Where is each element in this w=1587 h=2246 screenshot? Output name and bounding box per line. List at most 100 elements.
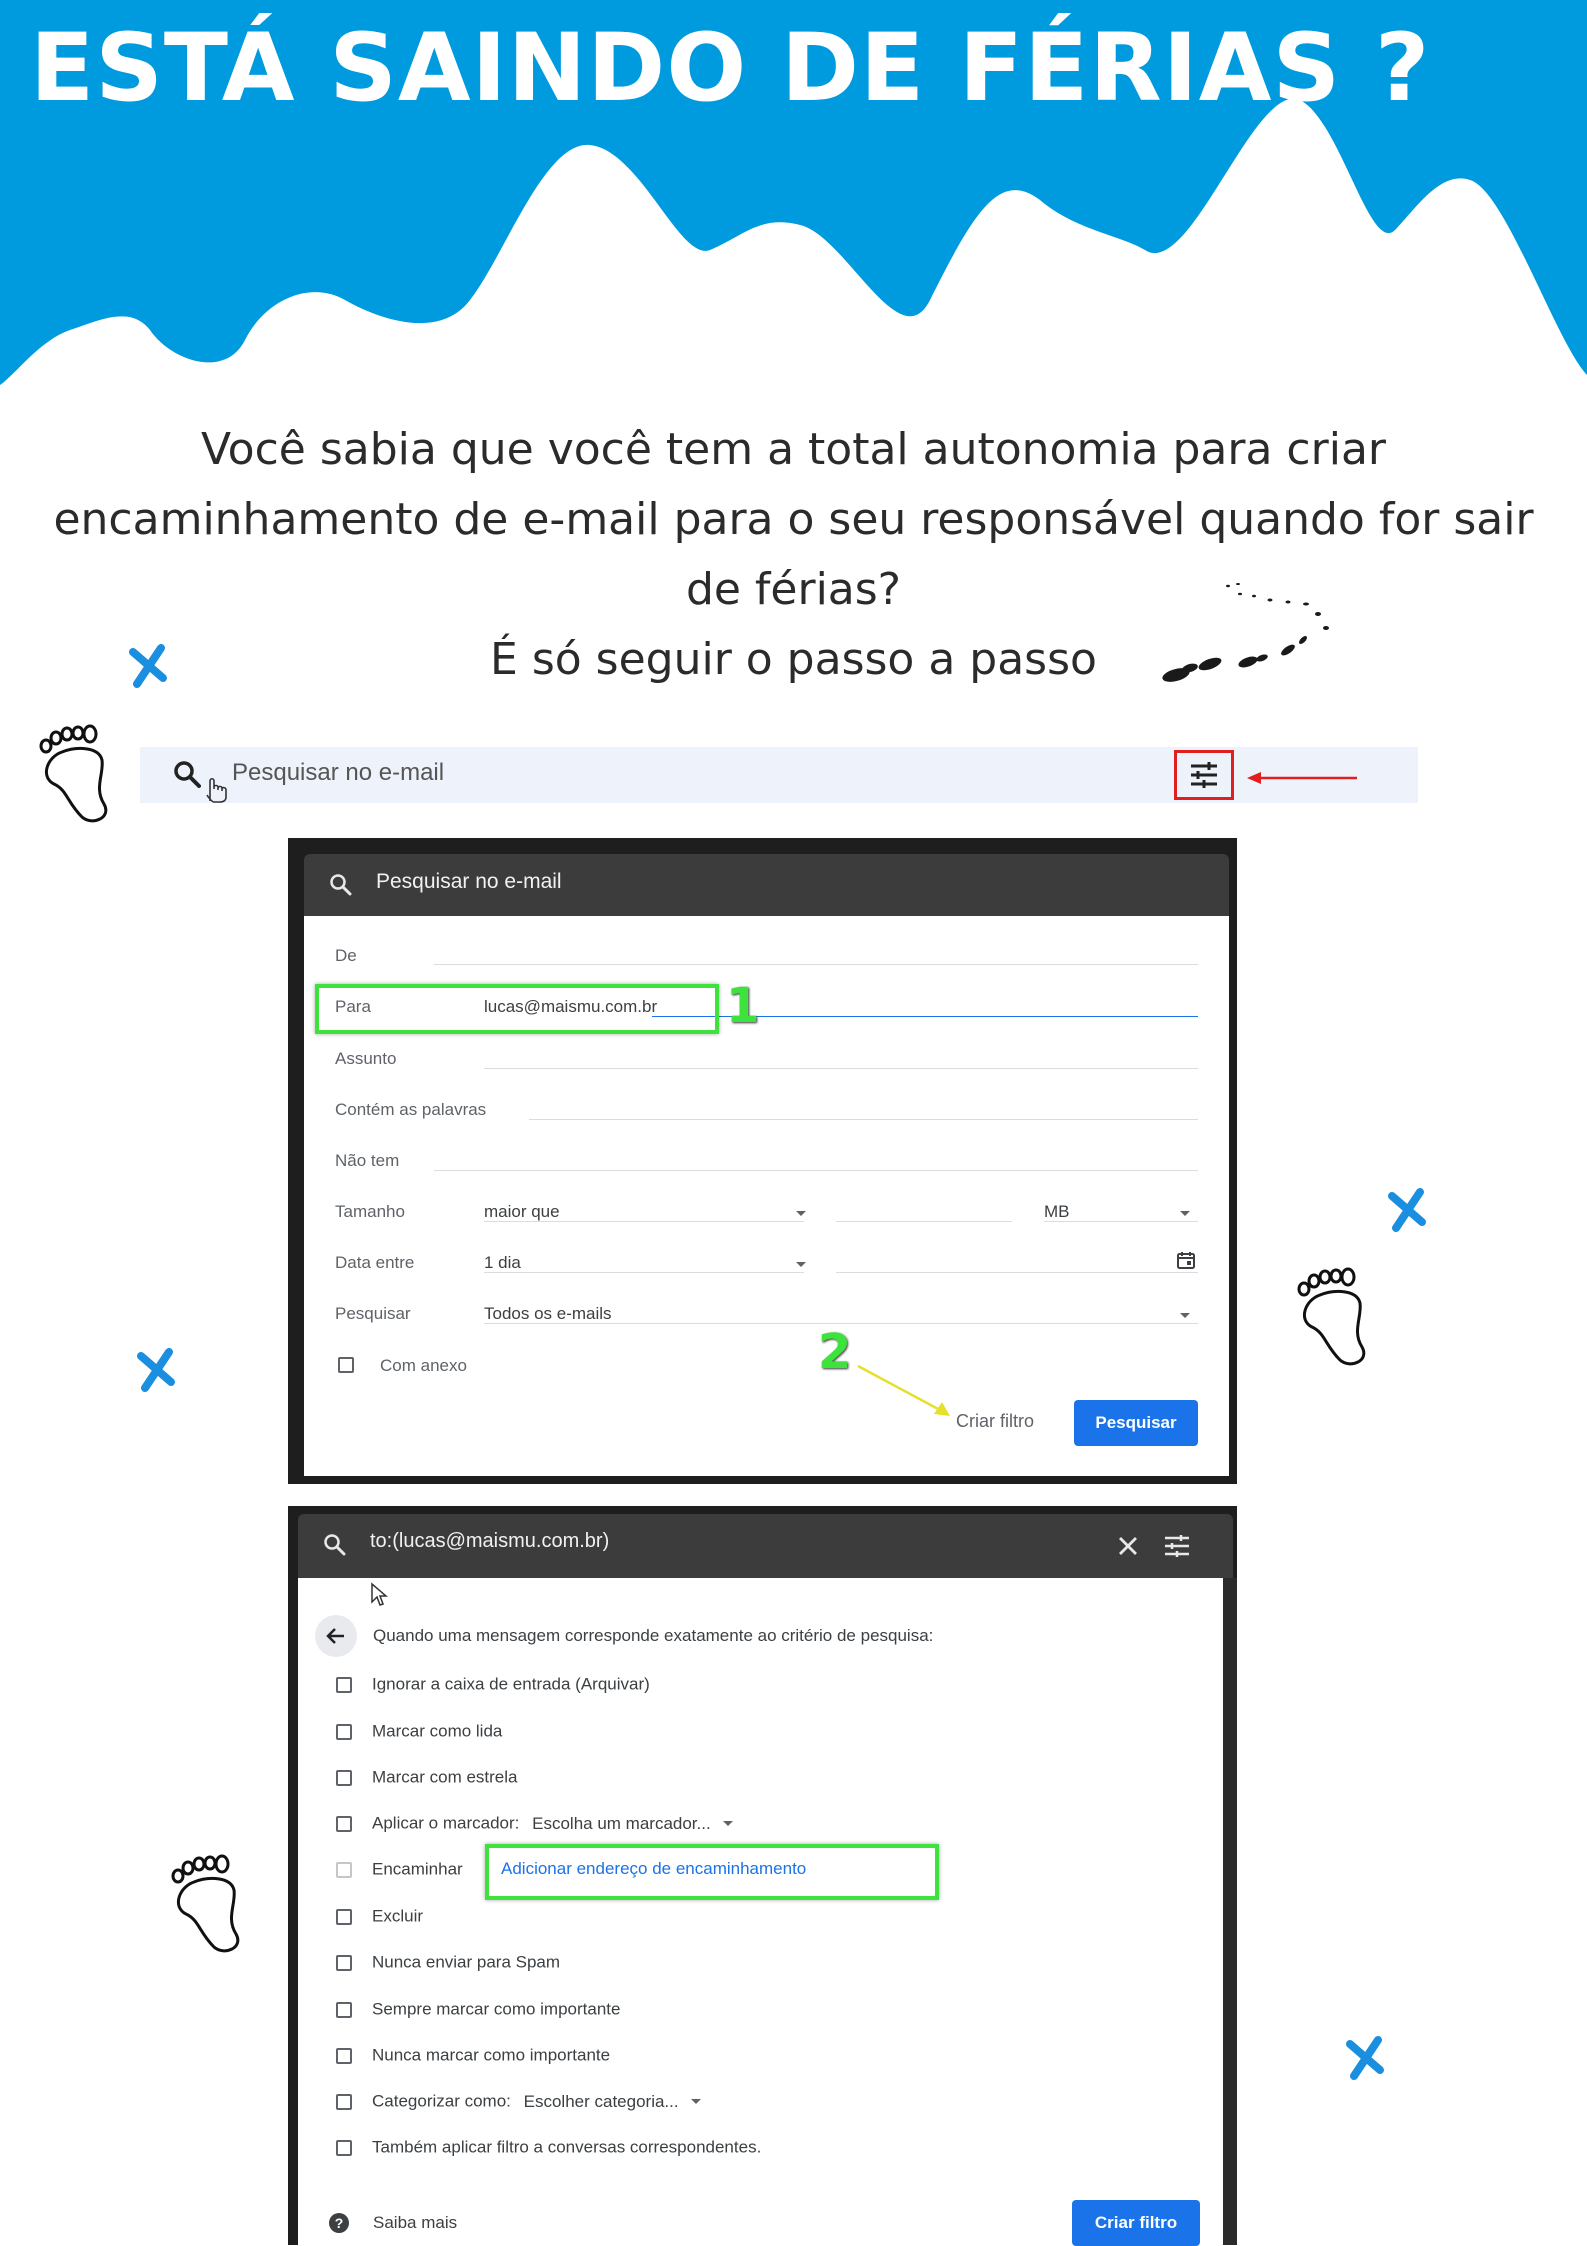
search-icon — [328, 872, 352, 900]
svg-text:?: ? — [335, 2215, 344, 2231]
filter-action-row[interactable]: Nunca marcar como importante — [336, 2045, 610, 2066]
field-nao-tem-input[interactable] — [434, 1170, 1198, 1171]
criteria-text: Quando uma mensagem corresponde exatamen… — [373, 1626, 934, 1645]
action-label: Marcar como lida — [372, 1721, 503, 1741]
field-assunto-input[interactable] — [484, 1068, 1198, 1069]
checkbox[interactable] — [336, 1676, 352, 1693]
filter-action-row[interactable]: Também aplicar filtro a conversas corres… — [336, 2137, 761, 2158]
step-number: 1 — [726, 978, 760, 1034]
filter-form-screenshot: Pesquisar no e-mail De Para lucas@maismu… — [288, 838, 1237, 1484]
chevron-down-icon — [723, 1821, 734, 1827]
action-label: Nunca marcar como importante — [372, 2045, 611, 2065]
checkbox[interactable] — [336, 1861, 352, 1878]
tamanho-unit-select[interactable]: MB — [1044, 1202, 1070, 1222]
chevron-down-icon — [1180, 1313, 1190, 1318]
filter-form-header: Pesquisar no e-mail — [304, 854, 1229, 916]
highlight-box — [315, 984, 719, 1034]
search-icon — [322, 1532, 346, 1560]
filter-form-panel: De Para lucas@maismu.com.br 1 Assunto Co… — [304, 916, 1229, 1476]
filter-action-row[interactable]: Ignorar a caixa de entrada (Arquivar) — [336, 1674, 650, 1695]
tamanho-underline — [484, 1221, 804, 1222]
checkbox[interactable] — [336, 1723, 352, 1740]
search-icon[interactable] — [172, 759, 202, 793]
hero-banner: ESTÁ SAINDO DE FÉRIAS ? — [0, 0, 1587, 400]
filter-action-row[interactable]: Marcar com estrela — [336, 1767, 517, 1788]
anexo-label: Com anexo — [380, 1356, 467, 1375]
search-query[interactable]: to:(lucas@maismu.com.br) — [370, 1530, 609, 1553]
footsteps-icon — [1158, 580, 1338, 694]
create-filter-link[interactable]: Criar filtro — [956, 1411, 1034, 1432]
hand-cursor-icon — [202, 775, 230, 807]
background-edge — [1223, 1578, 1237, 2245]
checkbox[interactable] — [338, 1357, 354, 1373]
checkbox[interactable] — [336, 1815, 352, 1832]
chevron-down-icon — [796, 1262, 806, 1267]
chevron-down-icon — [1180, 1211, 1190, 1216]
field-label-nao-tem: Não tem — [335, 1151, 400, 1170]
filter-actions-header: to:(lucas@maismu.com.br) — [298, 1514, 1233, 1578]
data-date-input[interactable] — [836, 1272, 1198, 1273]
checkbox[interactable] — [336, 2139, 352, 2156]
calendar-icon[interactable] — [1176, 1250, 1196, 1274]
action-label: Marcar com estrela — [372, 1767, 518, 1787]
filter-form-title: Pesquisar no e-mail — [376, 870, 562, 893]
field-label-tamanho: Tamanho — [335, 1202, 405, 1221]
checkbox[interactable] — [336, 2093, 352, 2110]
action-label: Ignorar a caixa de entrada (Arquivar) — [372, 1674, 650, 1694]
action-label: Sempre marcar como importante — [372, 1999, 621, 2019]
highlight-box — [485, 1844, 939, 1900]
create-filter-button[interactable]: Criar filtro — [1072, 2200, 1200, 2246]
tune-icon[interactable] — [1164, 1534, 1190, 1562]
learn-more-link[interactable]: Saiba mais — [373, 2213, 457, 2233]
search-placeholder: Pesquisar no e-mail — [232, 759, 445, 786]
checkbox[interactable] — [336, 1954, 352, 1971]
field-label-assunto: Assunto — [335, 1049, 397, 1068]
checkbox[interactable] — [336, 1908, 352, 1925]
checkbox[interactable] — [336, 1769, 352, 1786]
chevron-down-icon — [691, 2099, 702, 2105]
action-label: Aplicar o marcador: — [372, 1813, 520, 1833]
filter-action-row[interactable]: Excluir — [336, 1906, 423, 1927]
arrow-icon — [1245, 770, 1360, 790]
back-arrow-icon[interactable] — [314, 1614, 358, 1662]
page-title: ESTÁ SAINDO DE FÉRIAS ? — [30, 14, 1431, 123]
gmail-search-bar[interactable]: Pesquisar no e-mail — [140, 747, 1418, 803]
footprint-icon — [1290, 1265, 1382, 1374]
data-select[interactable]: 1 dia — [484, 1253, 521, 1273]
filter-actions-screenshot: to:(lucas@maismu.com.br) Quando uma mens… — [288, 1506, 1237, 2246]
filter-action-row[interactable]: Aplicar o marcador: Escolha um marcador.… — [336, 1813, 734, 1834]
action-label: Excluir — [372, 1906, 424, 1926]
filter-action-row[interactable]: Sempre marcar como importante — [336, 1999, 620, 2020]
data-underline — [484, 1272, 804, 1273]
filter-action-row[interactable]: Encaminhar — [336, 1859, 463, 1880]
footprint-icon — [164, 1852, 256, 1961]
search-button[interactable]: Pesquisar — [1074, 1400, 1198, 1446]
filter-action-row[interactable]: Marcar como lida — [336, 1721, 502, 1742]
action-label: Categorizar como: — [372, 2091, 511, 2111]
cross-icon — [1384, 1186, 1430, 1232]
tamanho-select[interactable]: maior que — [484, 1202, 560, 1222]
field-contem-input[interactable] — [529, 1119, 1198, 1120]
filter-action-row[interactable]: Nunca enviar para Spam — [336, 1952, 560, 1973]
pesquisar-select[interactable]: Todos os e-mails — [484, 1304, 612, 1324]
field-label-pesquisar: Pesquisar — [335, 1304, 411, 1323]
field-de-input[interactable] — [434, 964, 1198, 965]
action-label: Também aplicar filtro a conversas corres… — [372, 2137, 762, 2157]
checkbox[interactable] — [336, 2001, 352, 2018]
label-select[interactable]: Escolha um marcador... — [532, 1814, 711, 1833]
cross-icon — [133, 1346, 179, 1392]
field-label-data: Data entre — [335, 1253, 415, 1272]
tamanho-size-input[interactable] — [836, 1221, 1012, 1222]
category-select[interactable]: Escolher categoria... — [524, 2092, 679, 2111]
cross-icon — [1342, 2034, 1388, 2080]
help-icon[interactable]: ? — [328, 2212, 350, 2238]
field-label-de: De — [335, 946, 357, 965]
filter-action-row[interactable]: Categorizar como: Escolher categoria... — [336, 2091, 702, 2112]
field-label-contem: Contém as palavras — [335, 1100, 487, 1119]
arrow-icon — [856, 1362, 956, 1426]
tune-icon[interactable] — [1174, 750, 1234, 800]
footprint-icon — [32, 722, 124, 831]
filter-actions-panel: Quando uma mensagem corresponde exatamen… — [298, 1578, 1223, 2246]
checkbox[interactable] — [336, 2047, 352, 2064]
close-icon[interactable] — [1116, 1534, 1140, 1562]
